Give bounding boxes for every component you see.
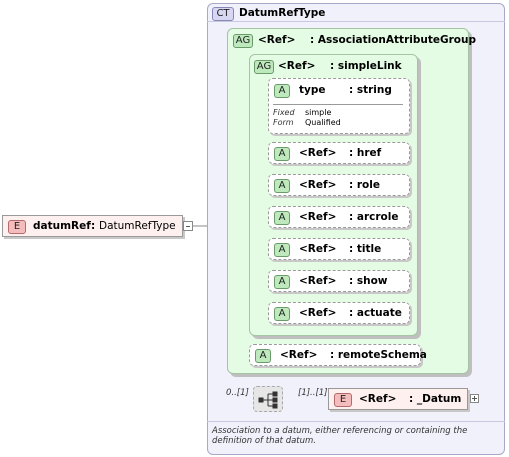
attribute-ref-label: <Ref> [299, 211, 337, 223]
attribute-type-box[interactable]: A type : string Fixed simple Form Qualif… [268, 78, 410, 134]
attribute-role-name: : role [349, 179, 380, 191]
attribute-href-name: : href [349, 147, 382, 159]
datum-element-name: : _Datum [409, 393, 462, 405]
datum-occurrence: [1]..[1] [298, 388, 328, 398]
minus-icon[interactable] [183, 221, 193, 231]
root-element-separator: : [91, 220, 96, 232]
attribute-show-box[interactable]: A <Ref> : show [268, 270, 410, 292]
attribute-title-name: : title [349, 243, 382, 255]
choice-occurrence: 0..[1] [226, 388, 249, 398]
attribute-group-inner-name: : simpleLink [330, 60, 402, 72]
attribute-type-divider [273, 104, 403, 105]
form-value: Qualified [305, 118, 341, 127]
attribute-href-box[interactable]: A <Ref> : href [268, 142, 410, 164]
plus-icon[interactable] [470, 394, 479, 403]
attribute-badge: A [274, 179, 290, 193]
attribute-show-name: : show [349, 275, 388, 287]
attribute-ref-label: <Ref> [299, 147, 337, 159]
complex-type-badge: CT [212, 7, 234, 21]
fixed-value: simple [305, 108, 332, 117]
complex-type-name: DatumRefType [239, 7, 326, 19]
attribute-ref-label: <Ref> [280, 349, 318, 361]
attribute-ref-label: <Ref> [299, 179, 337, 191]
attribute-badge: A [274, 84, 290, 98]
attribute-ref-label: <Ref> [299, 307, 337, 319]
form-label: Form [273, 118, 294, 127]
fixed-label: Fixed [273, 108, 295, 117]
root-element-name: datumRef [33, 220, 91, 232]
attribute-group-outer-ref: <Ref> [258, 34, 296, 46]
attribute-badge: A [274, 275, 290, 289]
attribute-badge: A [274, 307, 290, 321]
attribute-type-name: type [299, 84, 326, 96]
documentation-text: Association to a datum, either referenci… [212, 426, 468, 446]
attribute-group-badge: AG [233, 34, 253, 48]
attribute-group-badge: AG [254, 60, 274, 74]
documentation-divider [207, 421, 505, 422]
attribute-remote-schema-box[interactable]: A <Ref> : remoteSchema [249, 344, 427, 366]
element-badge: E [334, 393, 352, 407]
attribute-actuate-name: : actuate [349, 307, 402, 319]
attribute-badge: A [274, 147, 290, 161]
attribute-badge: A [274, 243, 290, 257]
attribute-title-box[interactable]: A <Ref> : title [268, 238, 410, 260]
attribute-ref-label: <Ref> [299, 243, 337, 255]
root-element-type: DatumRefType [99, 220, 176, 232]
complex-type-divider [207, 21, 505, 22]
datum-element-ref: <Ref> [359, 393, 397, 405]
attribute-arcrole-box[interactable]: A <Ref> : arcrole [268, 206, 410, 228]
attribute-ref-label: <Ref> [299, 275, 337, 287]
root-element-box[interactable]: E datumRef : DatumRefType [2, 215, 183, 237]
datum-element-box[interactable]: E <Ref> : _Datum [328, 388, 468, 410]
attribute-role-box[interactable]: A <Ref> : role [268, 174, 410, 196]
attribute-badge: A [274, 211, 290, 225]
attribute-badge: A [255, 349, 271, 363]
attribute-arcrole-name: : arcrole [349, 211, 399, 223]
choice-compositor-icon[interactable] [253, 386, 283, 412]
element-badge: E [8, 220, 26, 234]
attribute-actuate-box[interactable]: A <Ref> : actuate [268, 302, 410, 324]
choice-compositor-glyph [258, 391, 278, 409]
attribute-remote-schema-name: : remoteSchema [330, 349, 427, 361]
attribute-type-datatype: : string [349, 84, 392, 96]
attribute-group-outer-name: : AssociationAttributeGroup [310, 34, 476, 46]
attribute-group-inner-ref: <Ref> [278, 60, 316, 72]
